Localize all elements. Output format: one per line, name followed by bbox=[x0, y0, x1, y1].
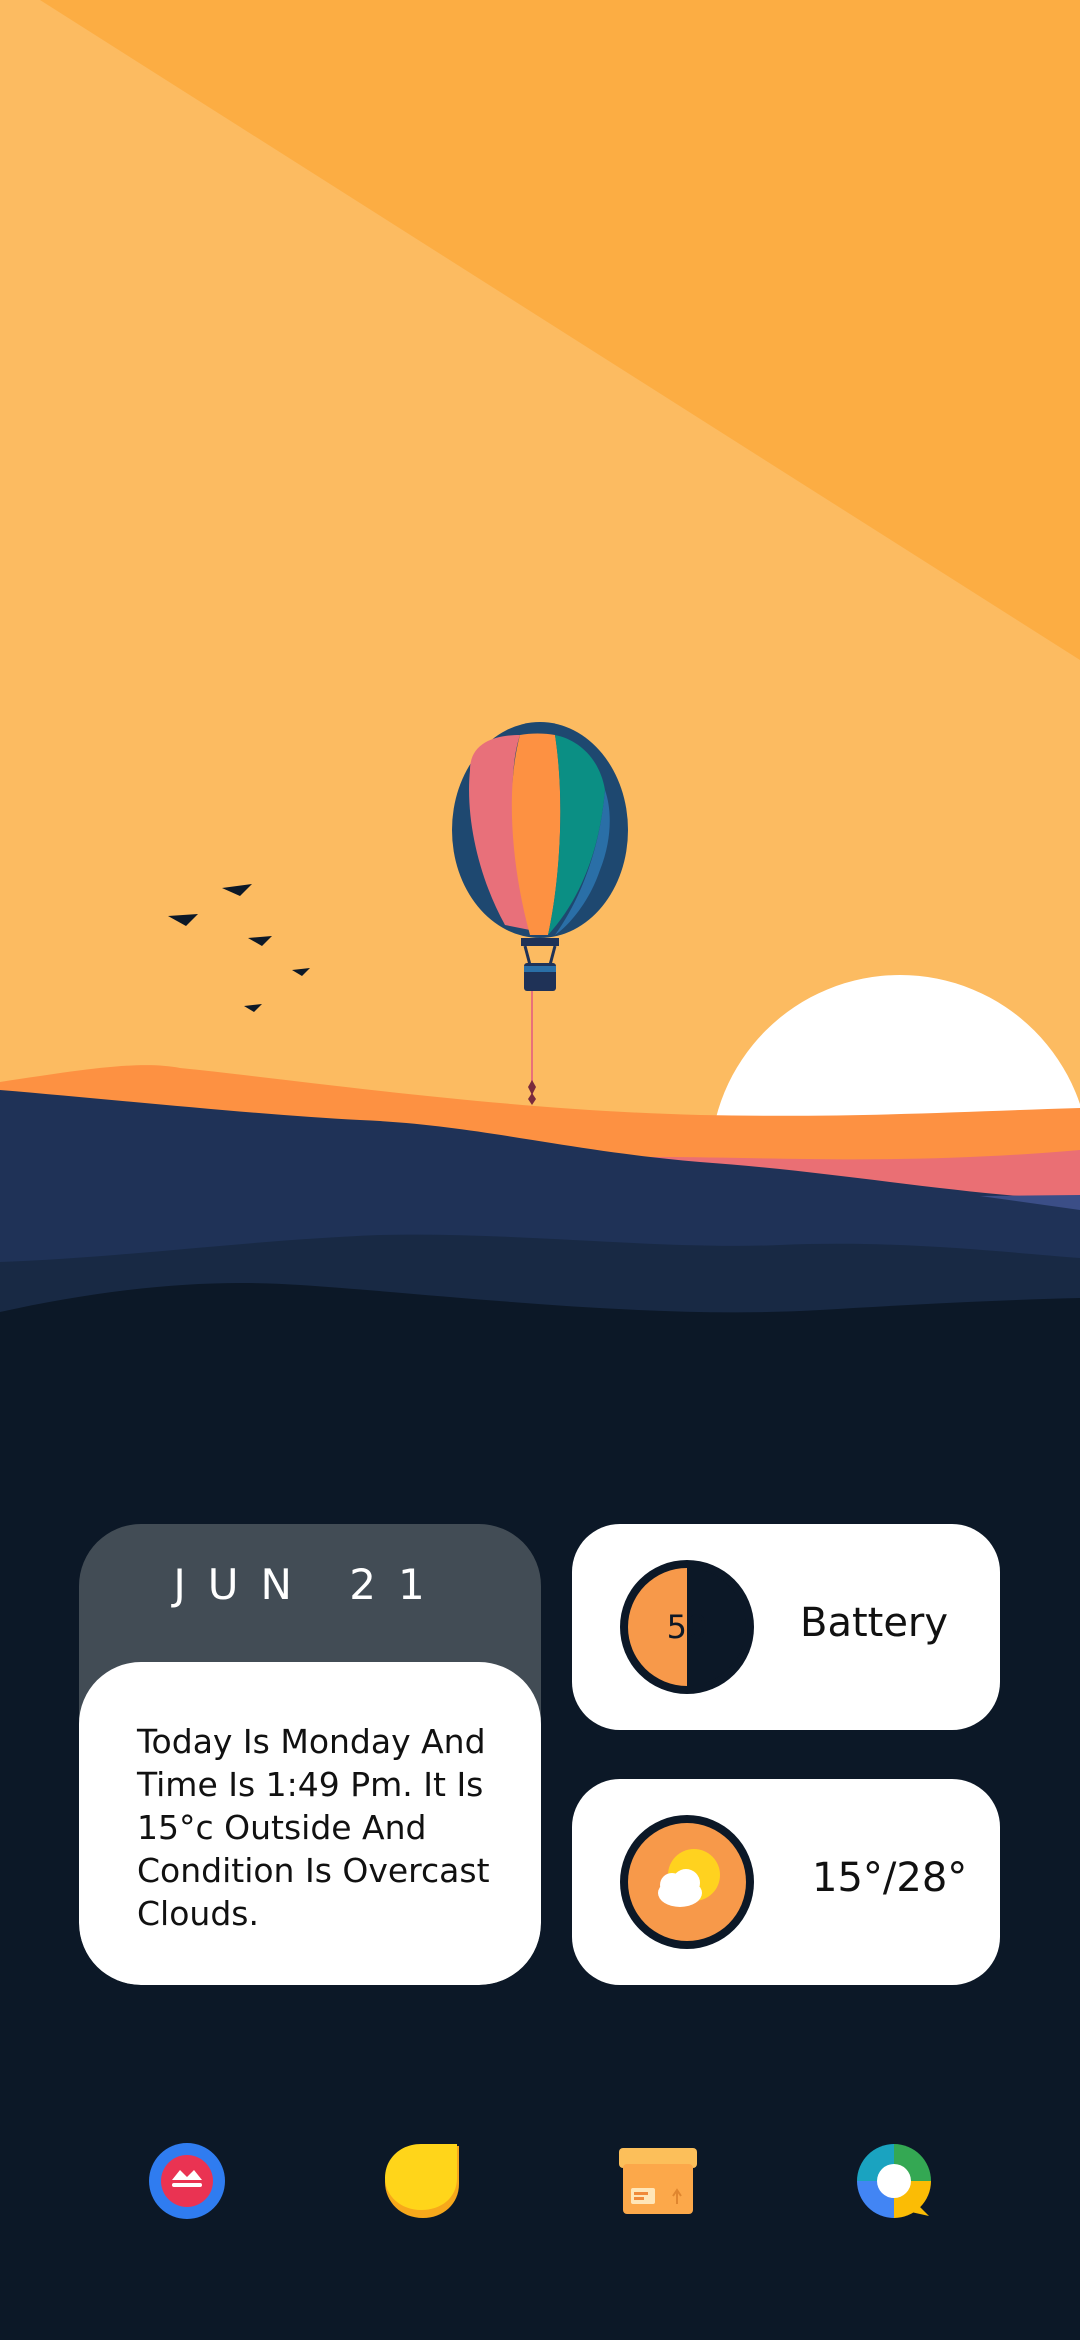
weather-widget[interactable]: 15°/28° bbox=[572, 1779, 1000, 1985]
battery-widget[interactable]: 50 Battery bbox=[572, 1524, 1000, 1730]
temperature-range: 15°/28° bbox=[812, 1855, 968, 1901]
date-widget[interactable]: JUN 21 Today Is Monday And Time Is 1:49 … bbox=[79, 1524, 541, 1985]
red-circle-app-icon[interactable] bbox=[146, 2140, 228, 2222]
date-summary-card: Today Is Monday And Time Is 1:49 Pm. It … bbox=[79, 1662, 541, 1985]
battery-label: Battery bbox=[800, 1600, 949, 1646]
battery-gauge: 50 bbox=[620, 1560, 754, 1694]
date-summary-text: Today Is Monday And Time Is 1:49 Pm. It … bbox=[137, 1722, 490, 1933]
partly-cloudy-icon bbox=[658, 1849, 720, 1907]
package-box-app-icon[interactable] bbox=[617, 2140, 699, 2222]
wallpaper bbox=[0, 0, 1080, 1340]
color-ring-chat-app-icon[interactable] bbox=[853, 2140, 935, 2222]
date-label: JUN 21 bbox=[173, 1560, 447, 1609]
weather-icon-ring bbox=[620, 1815, 754, 1949]
battery-value: 50 bbox=[666, 1608, 708, 1646]
yellow-leaf-app-icon[interactable] bbox=[381, 2140, 463, 2222]
